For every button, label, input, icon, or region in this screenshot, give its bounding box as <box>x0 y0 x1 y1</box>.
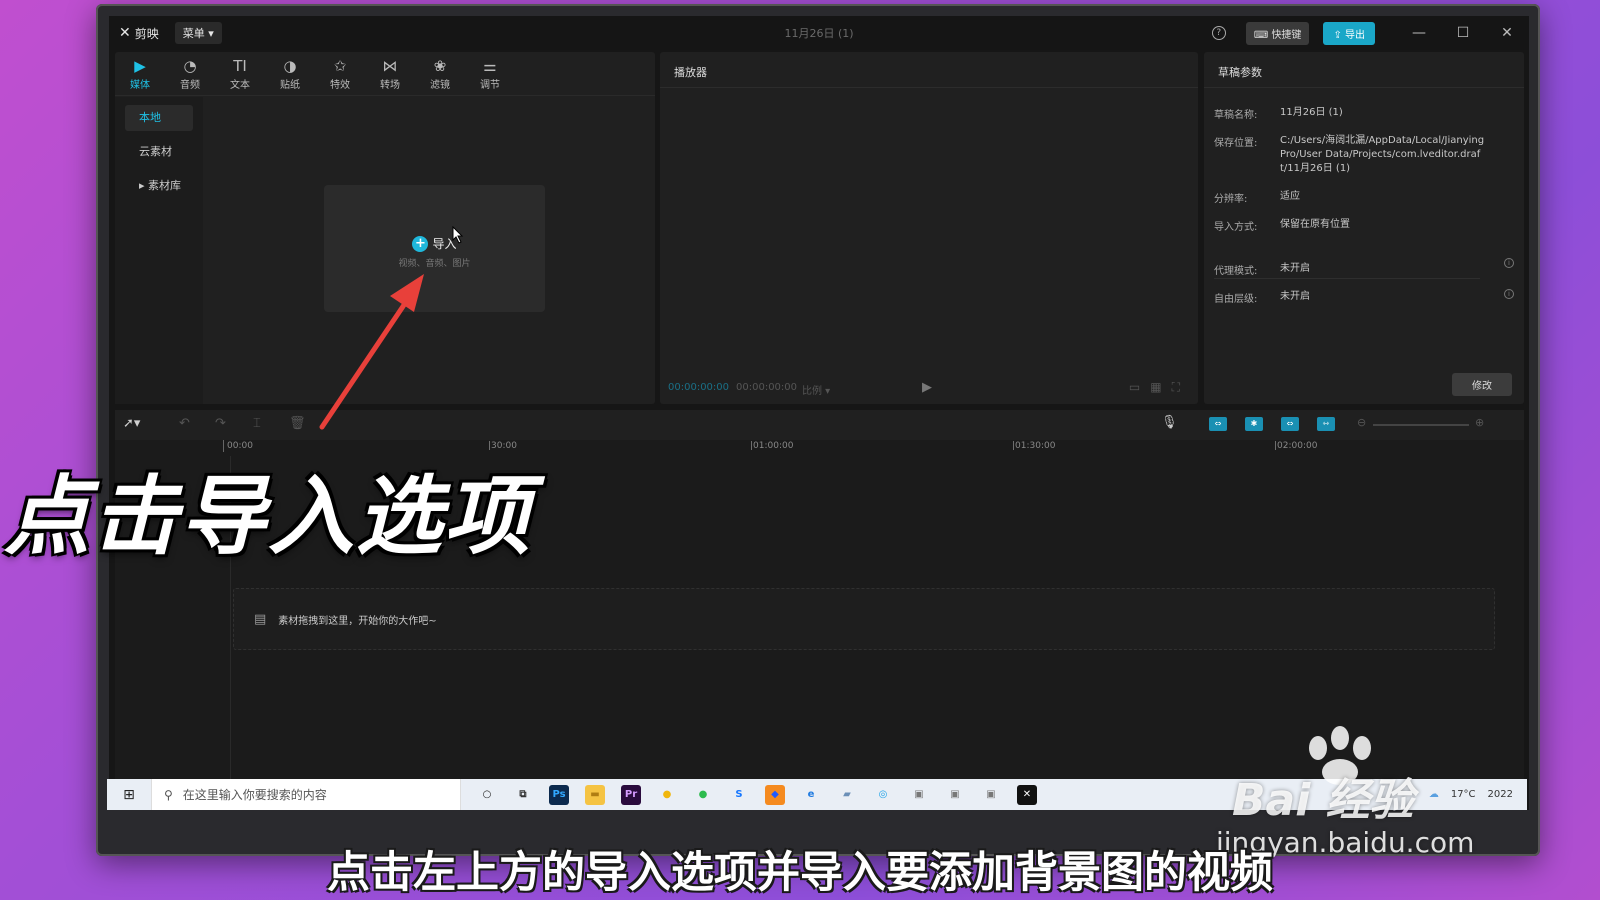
arrow-head <box>390 274 424 312</box>
big-caption: 点击导入选项 <box>4 467 532 567</box>
watermark-logo: Bai 经验 <box>1232 775 1414 826</box>
arrow-shaft <box>319 290 415 430</box>
mouse-cursor-icon <box>452 226 464 244</box>
baidu-watermark: Bai 经验 jingyan.baidu.com <box>1216 726 1516 859</box>
subtitle-caption: 点击左上方的导入选项并导入要添加背景图的视频 <box>327 848 1273 898</box>
